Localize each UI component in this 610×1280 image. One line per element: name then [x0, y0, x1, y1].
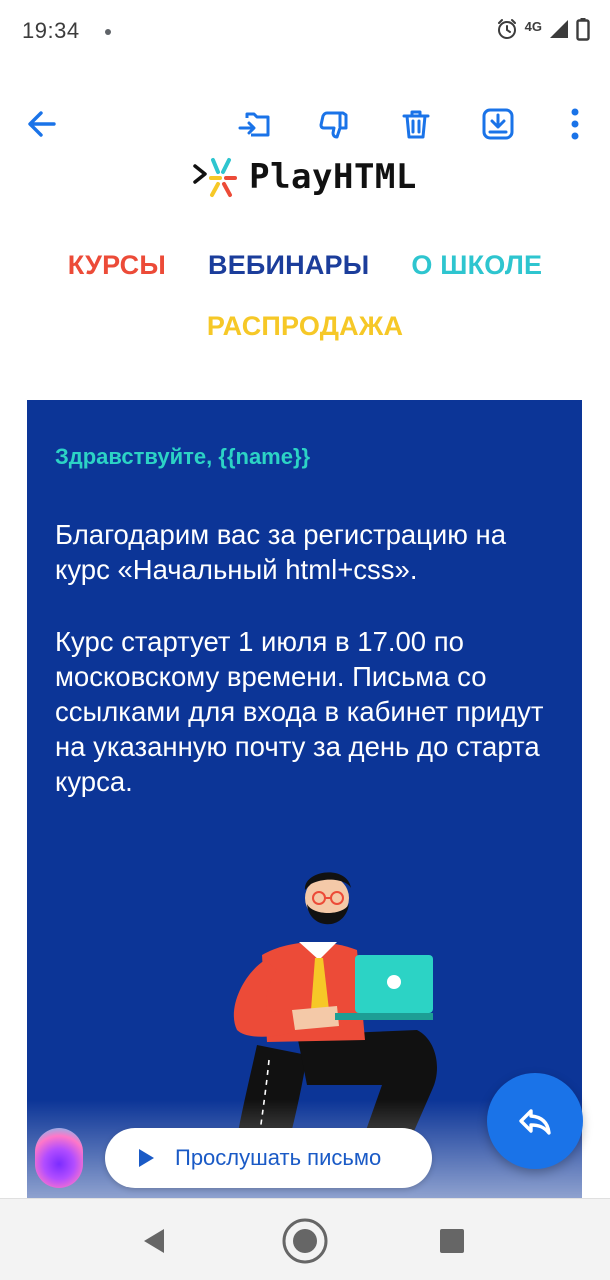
system-navigation-bar: [0, 1198, 610, 1280]
status-icons: 4G: [495, 16, 590, 46]
email-toolbar: [0, 96, 610, 152]
logo-text: PlayHTML: [249, 157, 417, 197]
voice-assistant-orb-icon[interactable]: [35, 1128, 83, 1188]
nav-link-courses[interactable]: КУРСЫ: [68, 250, 166, 281]
paragraph-thanks: Благодарим вас за регистрацию на курс «Н…: [55, 519, 507, 585]
home-circle-icon: [282, 1218, 328, 1264]
move-to-folder-button[interactable]: [231, 100, 279, 148]
email-nav-row-2: РАСПРОДАЖА: [28, 311, 582, 342]
play-icon: [139, 1149, 154, 1167]
system-recents-button[interactable]: [428, 1217, 476, 1265]
alarm-icon: [495, 17, 519, 46]
recents-square-icon: [440, 1229, 464, 1253]
battery-icon: [576, 17, 590, 46]
move-to-folder-icon: [238, 112, 270, 137]
nav-link-sale[interactable]: РАСПРОДАЖА: [207, 311, 403, 342]
status-bar: 19:34 4G: [0, 0, 610, 62]
system-back-button[interactable]: [130, 1217, 178, 1265]
more-vert-icon: [571, 108, 579, 140]
back-triangle-icon: [144, 1229, 164, 1253]
email-nav-row-1: КУРСЫ ВЕБИНАРЫ О ШКОЛЕ: [28, 250, 582, 281]
greeting: Здравствуйте, {{name}}: [55, 444, 311, 469]
more-options-button[interactable]: [551, 100, 599, 148]
trash-icon: [402, 110, 430, 139]
signal-icon: [548, 18, 570, 45]
spam-button[interactable]: [311, 100, 359, 148]
reply-icon: [519, 1109, 551, 1135]
back-arrow-icon: [28, 111, 56, 137]
thumbs-down-icon: [319, 111, 348, 139]
notification-dot-icon: [105, 29, 111, 35]
paragraph-course-start: Курс стартует 1 июля в 17.00 по московск…: [55, 626, 544, 797]
system-home-button[interactable]: [281, 1217, 329, 1265]
listen-email-button[interactable]: Прослушать письмо: [105, 1128, 432, 1188]
playhtml-logo-icon: [193, 158, 238, 197]
nav-link-webinars[interactable]: ВЕБИНАРЫ: [208, 250, 369, 281]
archive-button[interactable]: [474, 100, 522, 148]
network-type-label: 4G: [524, 18, 542, 34]
delete-button[interactable]: [392, 100, 440, 148]
brand-logo[interactable]: PlayHTML: [0, 152, 610, 202]
status-time: 19:34: [22, 18, 80, 43]
archive-icon: [482, 108, 514, 140]
nav-link-about[interactable]: О ШКОЛЕ: [411, 250, 542, 281]
email-content-card: Здравствуйте, {{name}} Благодарим вас за…: [27, 400, 582, 1200]
listen-email-label: Прослушать письмо: [175, 1145, 382, 1170]
reply-fab[interactable]: [487, 1073, 583, 1169]
back-button[interactable]: [18, 100, 66, 148]
